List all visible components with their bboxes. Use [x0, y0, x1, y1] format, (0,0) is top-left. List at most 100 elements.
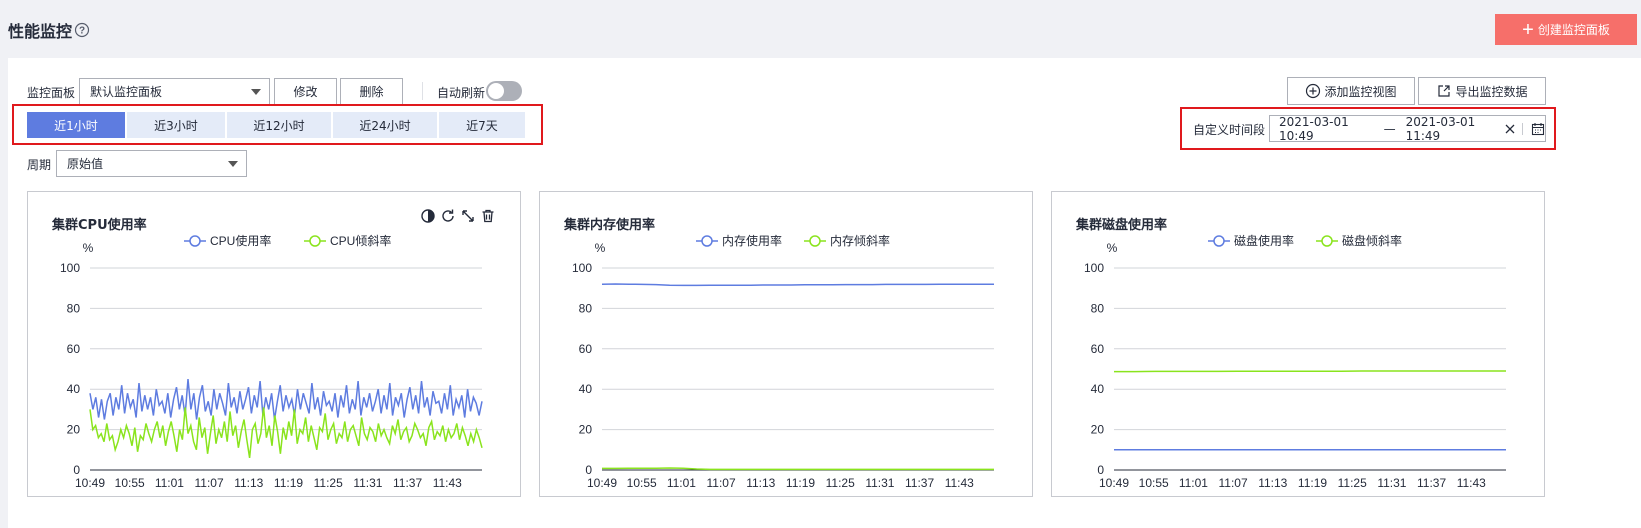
help-icon[interactable]: ? [74, 22, 90, 38]
legend-marker [189, 235, 201, 247]
x-tick-label: 11:01 [155, 476, 184, 490]
export-data-label: 导出监控数据 [1455, 84, 1528, 99]
x-tick-label: 11:37 [393, 476, 422, 490]
add-circle-icon [1306, 83, 1321, 99]
x-tick-label: 11:37 [1417, 476, 1446, 490]
x-tick-label: 11:01 [1179, 476, 1208, 490]
chart-title-disk: 集群磁盘使用率 [1076, 218, 1168, 233]
legend-label: CPU倾斜率 [330, 233, 391, 248]
x-tick-label: 11:07 [195, 476, 224, 490]
chevron-down-icon [251, 89, 261, 95]
add-view-label: 添加监控视图 [1324, 84, 1397, 99]
x-tick-label: 11:25 [314, 476, 343, 490]
x-tick-label: 10:49 [75, 476, 105, 490]
x-tick-label: 10:49 [1099, 476, 1129, 490]
y-tick-label: 20 [1091, 423, 1105, 437]
x-tick-label: 11:13 [1258, 476, 1287, 490]
y-tick-label: 60 [1091, 342, 1105, 356]
edit-button[interactable]: 修改 [274, 78, 337, 105]
page-title: 性能监控 [8, 22, 73, 41]
legend-marker [309, 235, 321, 247]
x-tick-label: 11:31 [353, 476, 382, 490]
x-tick-label: 11:19 [786, 476, 815, 490]
chart-svg-disk: %100 80 60 40 20 010:49 10:55 11:01 11:07 11:13 11… [1084, 233, 1506, 490]
x-tick-label: 10:49 [587, 476, 617, 490]
x-tick-label: 11:25 [1338, 476, 1367, 490]
y-unit-label: % [595, 241, 606, 255]
range-start: 2021-03-01 10:49 [1279, 114, 1349, 143]
x-tick-label: 11:07 [1219, 476, 1248, 490]
chart-title-cpu: 集群CPU使用率 [52, 218, 147, 233]
y-tick-label: 100 [1084, 261, 1104, 275]
auto-refresh-toggle[interactable] [486, 81, 522, 101]
x-tick-label: 11:07 [707, 476, 736, 490]
expand-icon[interactable] [460, 208, 480, 224]
series-line-green [1114, 370, 1506, 373]
series-line-blue [601, 283, 994, 287]
tab-1-hour[interactable]: 近1小时 [27, 112, 125, 138]
calendar-icon[interactable] [1531, 122, 1545, 136]
x-tick-label: 10:55 [1139, 476, 1169, 490]
legend-marker [809, 235, 821, 247]
panel-select[interactable]: 默认监控面板 [79, 78, 270, 105]
period-select-value: 原始值 [67, 157, 104, 171]
series-line-green [89, 407, 483, 459]
x-tick-label: 11:43 [433, 476, 462, 490]
add-view-button[interactable]: 添加监控视图 [1287, 77, 1415, 105]
tab-7-days[interactable]: 近7天 [439, 112, 525, 138]
y-tick-label: 100 [572, 261, 592, 275]
export-icon [1438, 85, 1451, 97]
legend-label: 磁盘使用率 [1234, 233, 1294, 248]
period-label: 周期 [27, 158, 52, 172]
y-tick-label: 40 [1091, 382, 1105, 396]
page-header: 性能监控 ? + 创建监控面板 [0, 0, 1641, 58]
half-circle-icon[interactable] [420, 208, 440, 224]
y-tick-label: 40 [579, 382, 593, 396]
tab-3-hours[interactable]: 近3小时 [127, 112, 225, 138]
x-tick-label: 11:31 [1377, 476, 1406, 490]
y-tick-label: 80 [1091, 301, 1105, 315]
y-tick-label: 60 [579, 342, 593, 356]
svg-text:?: ? [79, 26, 85, 37]
x-tick-label: 11:13 [746, 476, 775, 490]
monitor-card: 监控面板 默认监控面板 修改 删除 自动刷新 添加监控视图 导出监控数据 近1小… [8, 58, 1641, 528]
y-tick-label: 0 [73, 463, 80, 477]
create-dashboard-button[interactable]: + 创建监控面板 [1495, 14, 1637, 45]
close-icon[interactable] [1504, 123, 1516, 135]
chart-tools [420, 208, 500, 224]
x-tick-label: 10:55 [115, 476, 145, 490]
y-tick-label: 20 [67, 423, 81, 437]
chart-svg-cpu: %100 80 60 40 20 010:49 10:55 11:01 11:07 11:13 11… [60, 233, 483, 490]
toggle-knob [488, 83, 504, 99]
x-tick-label: 11:25 [826, 476, 855, 490]
y-tick-label: 40 [67, 382, 81, 396]
trash-icon[interactable] [480, 208, 500, 224]
chart-panel-memory: % 100 80 60 40 20 0 10:49 10:55 11:01 11:07 11:13 11… [539, 191, 1033, 497]
series-line-blue [89, 379, 483, 420]
x-tick-label: 11:13 [234, 476, 263, 490]
chart-svg-memory: %100 80 60 40 20 010:49 10:55 11:01 11:07 11:13 11… [572, 233, 994, 490]
legend-marker [1321, 235, 1333, 247]
custom-range-picker[interactable]: 2021-03-01 10:49 — 2021-03-01 11:49 [1269, 114, 1546, 143]
delete-button[interactable]: 删除 [340, 78, 403, 105]
y-tick-label: 100 [60, 261, 80, 275]
custom-range-label: 自定义时间段 [1193, 123, 1266, 137]
range-separator: — [1383, 121, 1396, 136]
y-tick-label: 20 [579, 423, 593, 437]
x-tick-label: 11:37 [905, 476, 934, 490]
refresh-icon[interactable] [440, 208, 460, 224]
plus-icon: + [1522, 18, 1534, 41]
legend-label: 磁盘倾斜率 [1342, 233, 1402, 248]
export-data-button[interactable]: 导出监控数据 [1418, 77, 1546, 105]
x-tick-label: 10:55 [627, 476, 657, 490]
tab-24-hours[interactable]: 近24小时 [333, 112, 437, 138]
tab-12-hours[interactable]: 近12小时 [227, 112, 331, 138]
chart-title-memory: 集群内存使用率 [564, 218, 656, 233]
y-tick-label: 60 [67, 342, 81, 356]
chevron-down-icon [228, 161, 238, 167]
period-select[interactable]: 原始值 [56, 150, 247, 177]
x-tick-label: 11:43 [945, 476, 974, 490]
legend-label: 内存使用率 [722, 233, 782, 248]
legend-marker [701, 235, 713, 247]
y-tick-label: 80 [579, 301, 593, 315]
